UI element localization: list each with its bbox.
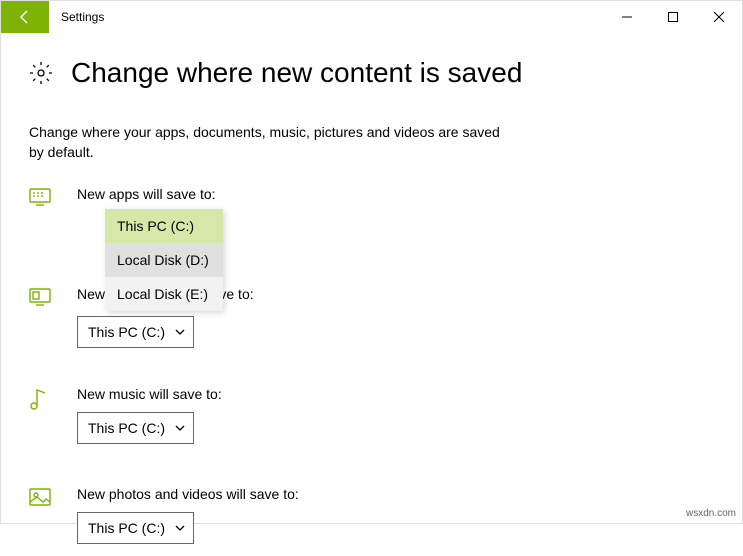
photos-icon <box>29 488 53 509</box>
apps-dropdown-open[interactable]: This PC (C:) Local Disk (D:) Local Disk … <box>105 209 223 311</box>
music-label: New music will save to: <box>77 386 714 402</box>
page-title: Change where new content is saved <box>71 57 522 89</box>
dropdown-option[interactable]: Local Disk (E:) <box>105 277 223 311</box>
close-button[interactable] <box>696 1 742 33</box>
titlebar: Settings <box>1 1 742 33</box>
apps-label: New apps will save to: <box>77 186 714 202</box>
watermark: wsxdn.com <box>686 508 736 519</box>
chevron-down-icon <box>175 327 185 338</box>
photos-label: New photos and videos will save to: <box>77 486 714 502</box>
page-header: Change where new content is saved <box>29 57 714 89</box>
window-title: Settings <box>61 10 104 24</box>
chevron-down-icon <box>175 423 185 434</box>
section-photos: New photos and videos will save to: This… <box>29 486 714 556</box>
photos-combo[interactable]: This PC (C:) <box>77 512 194 544</box>
page-subtitle: Change where your apps, documents, music… <box>29 123 509 162</box>
back-button[interactable] <box>1 1 49 33</box>
window-controls <box>604 1 742 33</box>
photos-combo-value: This PC (C:) <box>88 520 165 536</box>
dropdown-option[interactable]: This PC (C:) <box>105 209 223 243</box>
documents-combo-value: This PC (C:) <box>88 324 165 340</box>
music-combo[interactable]: This PC (C:) <box>77 412 194 444</box>
music-icon <box>29 388 53 413</box>
section-music: New music will save to: This PC (C:) <box>29 386 714 456</box>
maximize-button[interactable] <box>650 1 696 33</box>
documents-icon <box>29 288 53 309</box>
dropdown-option[interactable]: Local Disk (D:) <box>105 243 223 277</box>
gear-icon <box>29 61 53 85</box>
minimize-button[interactable] <box>604 1 650 33</box>
apps-icon <box>29 188 53 209</box>
music-combo-value: This PC (C:) <box>88 420 165 436</box>
documents-combo[interactable]: This PC (C:) <box>77 316 194 348</box>
chevron-down-icon <box>175 523 185 534</box>
